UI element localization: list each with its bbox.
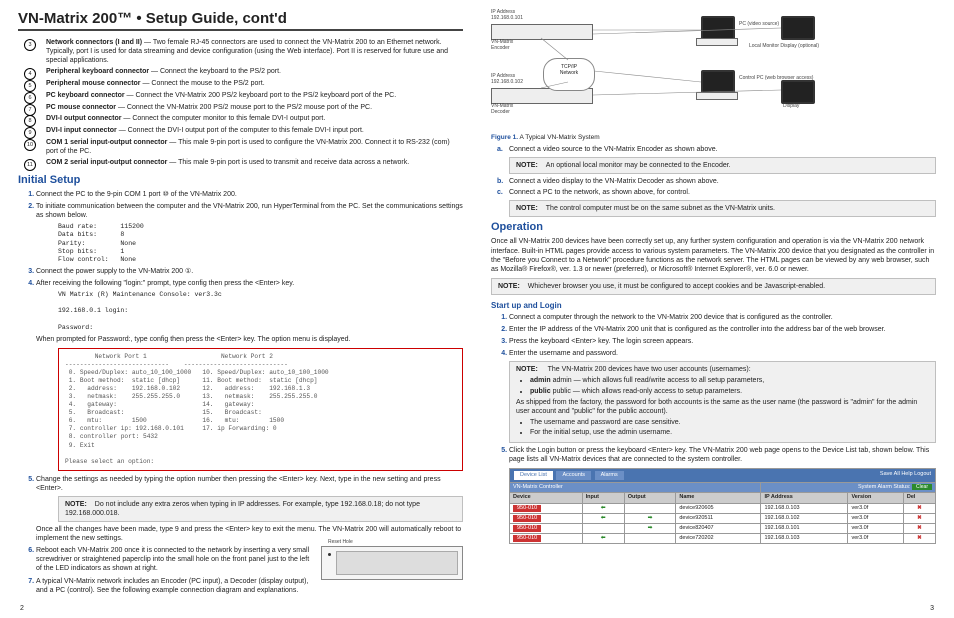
page-number-left: 2 [20, 605, 24, 612]
diagram-lines [491, 10, 936, 130]
operation-note: NOTE:Whichever browser you use, it must … [491, 278, 936, 295]
figure-note-1: NOTE:An optional local monitor may be co… [509, 157, 936, 174]
heading-operation: Operation [491, 221, 936, 233]
toolbar-links[interactable]: Save All Help Logout [880, 471, 931, 478]
tab-accounts[interactable]: Accounts [556, 471, 591, 480]
system-diagram: IP Address 192.168.0.101 VN-Matrix Encod… [491, 10, 936, 130]
startup-steps: Connect a computer through the network t… [509, 313, 936, 544]
note-ip-zeros: NOTE:Do not include any extra zeros when… [58, 496, 463, 522]
table-row[interactable]: 950-010⬅device720202192.168.0.103ver3.0f… [510, 534, 936, 544]
tab-device-list[interactable]: Device List [514, 471, 553, 480]
operation-intro: Once all VN-Matrix 200 devices have been… [491, 237, 936, 273]
figure-caption: Figure 1. A Typical VN-Matrix System [491, 134, 936, 141]
right-column: IP Address 192.168.0.101 VN-Matrix Encod… [491, 10, 936, 599]
table-row[interactable]: 950-010⬅➡device920511192.168.0.102ver3.0… [510, 513, 936, 523]
status-badge: Clear [912, 484, 932, 490]
figure-note-2: NOTE:The control computer must be on the… [509, 200, 936, 217]
figure-steps: a.Connect a video source to the VN-Matri… [509, 145, 936, 217]
console-prompt: VN Matrix (R) Maintenance Console: ver3.… [58, 291, 463, 332]
baud-settings: Baud rate: 115200 Data bits: 8 Parity: N… [58, 223, 463, 264]
initial-steps: Connect the PC to the 9-pin COM 1 port ⑩… [36, 190, 463, 595]
heading-initial-setup: Initial Setup [18, 174, 463, 186]
table-row[interactable]: 950-010⬅device920605192.168.0.103ver3.0f… [510, 503, 936, 513]
table-row[interactable]: 950-010➡device820407192.168.0.101ver3.0f… [510, 523, 936, 533]
terminal-menu: Network Port 1 Network Port 2 ----------… [58, 348, 463, 471]
device-list-table: Device List Accounts Alarms Save All Hel… [509, 468, 936, 544]
tab-alarms[interactable]: Alarms [595, 471, 624, 480]
page-title: VN-Matrix 200™ • Setup Guide, cont'd [18, 10, 463, 31]
left-column: VN-Matrix 200™ • Setup Guide, cont'd 3Ne… [18, 10, 463, 599]
page-number-right: 3 [930, 605, 934, 612]
connector-list: 3Network connectors (I and II) — Two fem… [42, 39, 463, 168]
reset-hole-diagram [321, 546, 463, 580]
user-accounts-note: NOTE: The VN-Matrix 200 devices have two… [509, 361, 936, 443]
heading-startup: Start up and Login [491, 301, 936, 310]
